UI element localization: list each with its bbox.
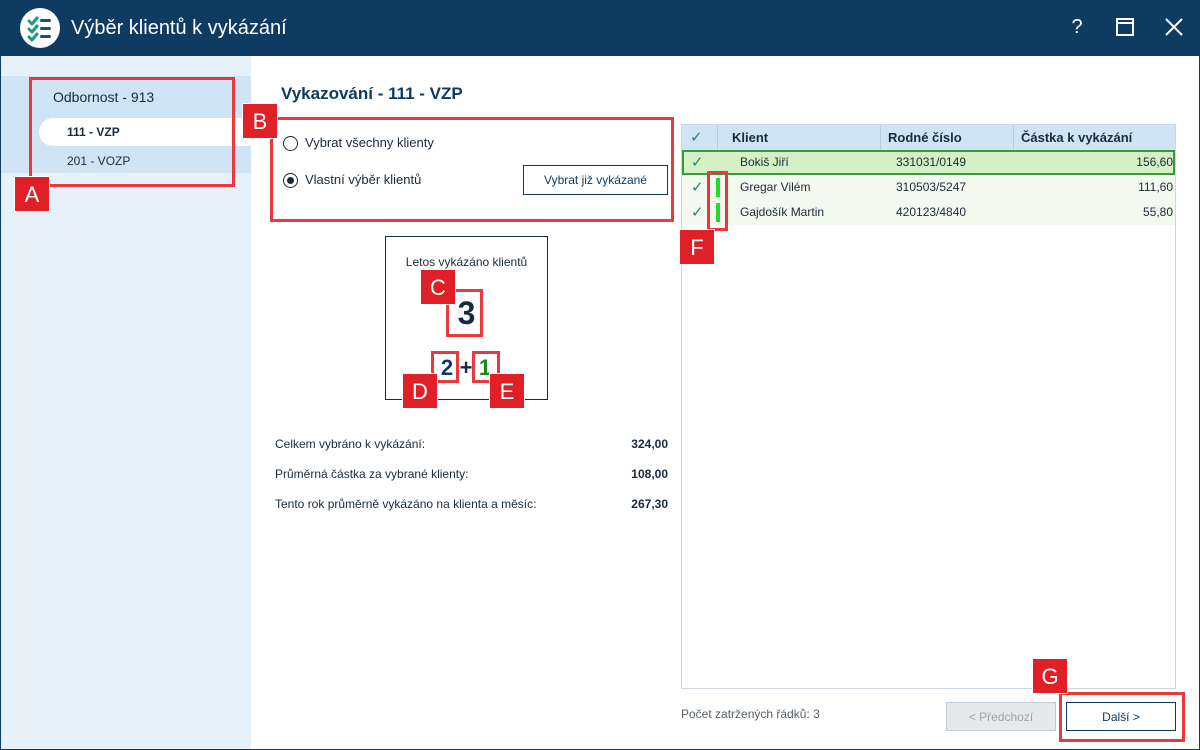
annotation-tag-e: E xyxy=(489,373,525,409)
annotation-box-a xyxy=(29,77,235,187)
window-title: Výběr klientů k vykázání xyxy=(71,17,287,39)
column-divider xyxy=(880,125,881,150)
maximize-button[interactable] xyxy=(1110,12,1140,42)
birth-number: 331031/0149 xyxy=(896,155,967,169)
annotation-tag-f: F xyxy=(679,229,715,265)
row-check-icon[interactable]: ✓ xyxy=(691,175,704,200)
app-logo-icon xyxy=(20,8,60,48)
select-all-check-icon[interactable]: ✓ xyxy=(690,125,703,150)
summary-monthly-value: 267,30 xyxy=(631,497,668,511)
annotation-tag-c: C xyxy=(420,269,456,305)
close-button[interactable] xyxy=(1159,12,1189,42)
annotation-tag-d: D xyxy=(402,373,438,409)
amount: 156,60 xyxy=(1136,155,1173,169)
row-check-icon[interactable]: ✓ xyxy=(691,150,704,175)
help-button[interactable]: ? xyxy=(1062,12,1092,42)
annotation-box-g xyxy=(1059,692,1185,742)
column-header-amount[interactable]: Částka k vykázání xyxy=(1021,125,1132,150)
annotation-tag-g: G xyxy=(1032,658,1068,694)
column-header-client[interactable]: Klient xyxy=(732,125,768,150)
checked-rows-count: Počet zatržených řádků: 3 xyxy=(681,707,820,721)
annotation-box-f xyxy=(707,171,728,231)
table-row[interactable]: ✓ Gajdošík Martin 420123/4840 55,80 xyxy=(682,200,1175,225)
clients-table: ✓ Klient Rodné číslo Částka k vykázání ✓… xyxy=(681,124,1176,689)
client-name: Gregar Vilém xyxy=(740,180,811,194)
column-divider xyxy=(1013,125,1014,150)
annotation-tag-b: B xyxy=(242,103,278,139)
annotation-box-b xyxy=(270,117,674,222)
summary-monthly-label: Tento rok průměrně vykázáno na klienta a… xyxy=(275,497,537,511)
summary-average-label: Průměrná částka za vybrané klienty: xyxy=(275,467,469,481)
table-header: ✓ Klient Rodné číslo Částka k vykázání xyxy=(682,125,1175,150)
close-icon xyxy=(1165,18,1183,36)
table-row[interactable]: ✓ Bokiš Jiří 331031/0149 156,60 xyxy=(682,150,1175,175)
client-name: Bokiš Jiří xyxy=(740,155,789,169)
amount: 111,60 xyxy=(1138,180,1173,194)
summary-total-label: Celkem vybráno k vykázání: xyxy=(275,437,426,451)
summary-average-value: 108,00 xyxy=(631,467,668,481)
birth-number: 420123/4840 xyxy=(896,205,967,219)
previous-button[interactable]: < Předchozí xyxy=(946,702,1056,731)
amount: 55,80 xyxy=(1142,205,1173,219)
reported-clients-label: Letos vykázáno klientů xyxy=(405,255,528,269)
page-title: Vykazování - 111 - VZP xyxy=(281,84,463,103)
birth-number: 310503/5247 xyxy=(896,180,967,194)
column-header-birth-number[interactable]: Rodné číslo xyxy=(888,125,962,150)
column-divider xyxy=(717,125,718,150)
maximize-icon xyxy=(1116,18,1134,36)
client-name: Gajdošík Martin xyxy=(740,205,825,219)
row-check-icon[interactable]: ✓ xyxy=(691,200,704,225)
annotation-tag-a: A xyxy=(14,176,50,212)
summary-total-value: 324,00 xyxy=(631,437,668,451)
table-row[interactable]: ✓ Gregar Vilém 310503/5247 111,60 xyxy=(682,175,1175,200)
